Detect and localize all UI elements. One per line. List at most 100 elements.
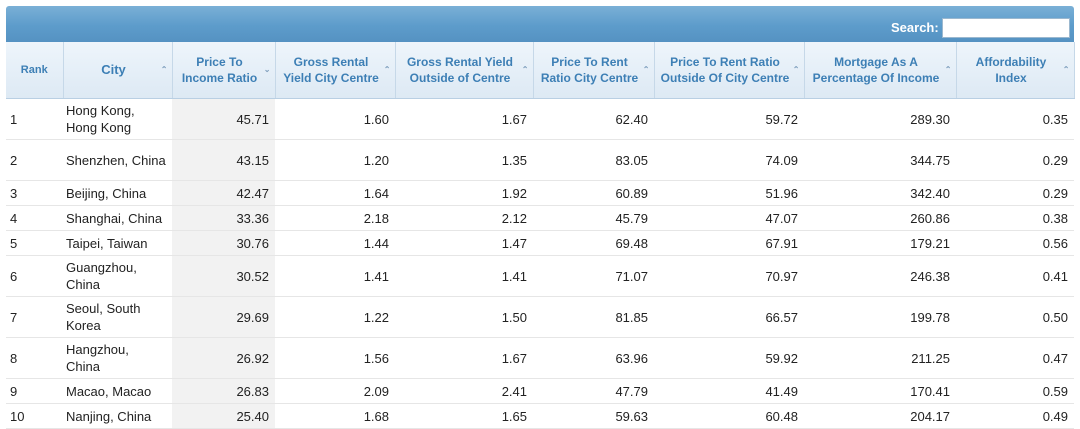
header-label: Rank [20, 64, 48, 76]
cell-affordability: 0.50 [956, 296, 1074, 338]
cell-yield-centre: 1.20 [275, 139, 395, 181]
header-label: Price To Income Ratio [181, 55, 258, 85]
cell-ptr-centre: 69.48 [533, 230, 654, 256]
cell-affordability: 0.41 [956, 255, 1074, 297]
cell-city: Hangzhou, China [63, 337, 172, 379]
cell-mortgage: 342.40 [804, 180, 956, 206]
cell-price-to-income: 30.52 [172, 255, 275, 297]
sort-up-icon: ⌃ [792, 65, 800, 74]
cell-price-to-income: 26.92 [172, 337, 275, 379]
cell-ptr-outside: 60.48 [654, 403, 804, 429]
cell-rank: 8 [6, 337, 63, 379]
cell-ptr-centre: 47.79 [533, 378, 654, 404]
cell-city: Nanjing, China [63, 403, 172, 429]
cell-rank: 9 [6, 378, 63, 404]
table-row: 4 Shanghai, China 33.36 2.18 2.12 45.79 … [6, 205, 1074, 231]
cell-city: Macao, Macao [63, 378, 172, 404]
header-mortgage-percentage-of-income[interactable]: Mortgage As A Percentage Of Income ⌃ [804, 42, 957, 99]
cell-price-to-income: 43.15 [172, 139, 275, 181]
cell-mortgage: 179.21 [804, 230, 956, 256]
search-input[interactable] [942, 18, 1070, 38]
cell-rank: 10 [6, 403, 63, 429]
cell-yield-centre: 1.68 [275, 403, 395, 429]
header-row: Rank City ⌃ Price To Income Ratio ⌄ Gros… [6, 42, 1075, 99]
cell-yield-outside: 2.41 [395, 378, 533, 404]
cell-rank: 3 [6, 180, 63, 206]
header-affordability-index[interactable]: Affordability Index ⌃ [956, 42, 1075, 99]
cell-price-to-income: 30.76 [172, 230, 275, 256]
table-row: 8 Hangzhou, China 26.92 1.56 1.67 63.96 … [6, 337, 1074, 379]
sort-up-icon: ⌃ [160, 65, 168, 74]
cell-ptr-centre: 59.63 [533, 403, 654, 429]
cell-rank: 5 [6, 230, 63, 256]
cell-yield-centre: 1.22 [275, 296, 395, 338]
cell-price-to-income: 25.40 [172, 403, 275, 429]
table-toolbar: Search: [6, 6, 1074, 42]
cell-yield-outside: 1.47 [395, 230, 533, 256]
cell-rank: 1 [6, 98, 63, 140]
cell-ptr-outside: 67.91 [654, 230, 804, 256]
cell-price-to-income: 29.69 [172, 296, 275, 338]
cell-affordability: 0.59 [956, 378, 1074, 404]
cell-yield-centre: 2.09 [275, 378, 395, 404]
header-label: City [101, 62, 126, 77]
cell-ptr-centre: 62.40 [533, 98, 654, 140]
header-rank[interactable]: Rank [6, 42, 64, 99]
cell-price-to-income: 26.83 [172, 378, 275, 404]
sort-down-icon: ⌄ [263, 65, 271, 74]
cell-yield-centre: 2.18 [275, 205, 395, 231]
ranking-table-widget: Search: Rank City ⌃ Price To Income Rati… [0, 0, 1080, 429]
header-gross-rental-yield-city-centre[interactable]: Gross Rental Yield City Centre ⌃ [275, 42, 396, 99]
sort-up-icon: ⌃ [383, 65, 391, 74]
cell-ptr-outside: 66.57 [654, 296, 804, 338]
cell-rank: 7 [6, 296, 63, 338]
cell-yield-centre: 1.56 [275, 337, 395, 379]
header-gross-rental-yield-outside-centre[interactable]: Gross Rental Yield Outside of Centre ⌃ [395, 42, 534, 99]
sort-up-icon: ⌃ [944, 65, 952, 74]
cell-city: Taipei, Taiwan [63, 230, 172, 256]
header-label: Gross Rental Yield City Centre [283, 55, 379, 85]
cell-yield-centre: 1.41 [275, 255, 395, 297]
cell-ptr-outside: 59.92 [654, 337, 804, 379]
header-city[interactable]: City ⌃ [63, 42, 173, 99]
cell-yield-outside: 1.41 [395, 255, 533, 297]
cell-price-to-income: 45.71 [172, 98, 275, 140]
cell-mortgage: 170.41 [804, 378, 956, 404]
table-row: 1 Hong Kong, Hong Kong 45.71 1.60 1.67 6… [6, 98, 1074, 140]
cell-mortgage: 211.25 [804, 337, 956, 379]
cell-rank: 2 [6, 139, 63, 181]
cell-city: Shanghai, China [63, 205, 172, 231]
sort-up-icon: ⌃ [642, 65, 650, 74]
cell-yield-outside: 1.67 [395, 98, 533, 140]
cell-city: Hong Kong, Hong Kong [63, 98, 172, 140]
header-price-to-rent-ratio-outside-centre[interactable]: Price To Rent Ratio Outside Of City Cent… [654, 42, 805, 99]
header-label: Price To Rent Ratio City Centre [540, 55, 639, 85]
header-price-to-rent-ratio-city-centre[interactable]: Price To Rent Ratio City Centre ⌃ [533, 42, 655, 99]
cell-rank: 6 [6, 255, 63, 297]
cell-price-to-income: 42.47 [172, 180, 275, 206]
cell-mortgage: 344.75 [804, 139, 956, 181]
cell-yield-centre: 1.60 [275, 98, 395, 140]
cell-ptr-outside: 74.09 [654, 139, 804, 181]
cell-affordability: 0.35 [956, 98, 1074, 140]
sort-up-icon: ⌃ [1062, 65, 1070, 74]
table-row: 5 Taipei, Taiwan 30.76 1.44 1.47 69.48 6… [6, 230, 1074, 256]
cell-affordability: 0.56 [956, 230, 1074, 256]
cell-yield-centre: 1.44 [275, 230, 395, 256]
table-row: 2 Shenzhen, China 43.15 1.20 1.35 83.05 … [6, 139, 1074, 181]
header-price-to-income-ratio[interactable]: Price To Income Ratio ⌄ [172, 42, 276, 99]
cell-ptr-outside: 41.49 [654, 378, 804, 404]
data-table: Rank City ⌃ Price To Income Ratio ⌄ Gros… [6, 42, 1075, 429]
cell-affordability: 0.38 [956, 205, 1074, 231]
cell-mortgage: 204.17 [804, 403, 956, 429]
cell-affordability: 0.47 [956, 337, 1074, 379]
cell-affordability: 0.49 [956, 403, 1074, 429]
cell-city: Beijing, China [63, 180, 172, 206]
sort-up-icon: ⌃ [521, 65, 529, 74]
cell-yield-outside: 1.35 [395, 139, 533, 181]
cell-city: Shenzhen, China [63, 139, 172, 181]
cell-rank: 4 [6, 205, 63, 231]
cell-ptr-centre: 83.05 [533, 139, 654, 181]
cell-ptr-centre: 81.85 [533, 296, 654, 338]
cell-ptr-outside: 51.96 [654, 180, 804, 206]
